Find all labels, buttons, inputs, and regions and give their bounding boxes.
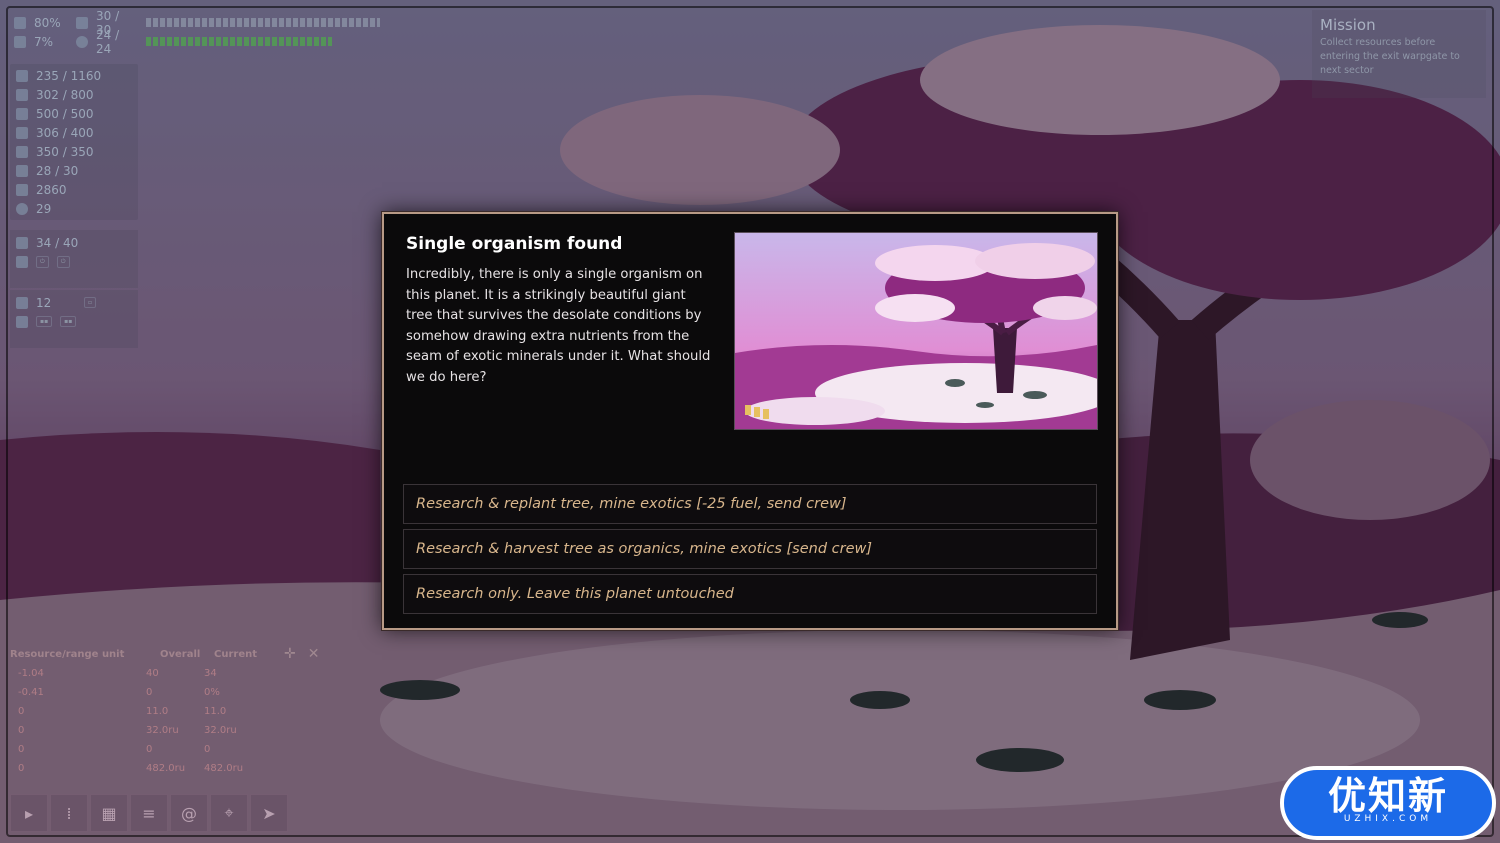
toolbar-button-1[interactable]: ▸ <box>10 794 48 832</box>
resource-range-panel: Resource/range unit Overall Current ✛ ✕ … <box>10 644 330 786</box>
sectors-icon <box>16 202 28 215</box>
resource-value: 306 / 400 <box>36 125 94 140</box>
range-value: -1.04 <box>18 668 44 679</box>
crew-panel: 12 ▫ ▪▪ ▪▪ <box>10 290 138 348</box>
overall-value: 0 <box>146 687 153 698</box>
bottom-toolbar: ▸ ⁞ ▦ ≡ @ ⌖ ➤ <box>10 794 288 832</box>
option-leave-button[interactable]: Research only. Leave this planet untouch… <box>403 574 1097 614</box>
current-header: Current <box>214 648 258 660</box>
current-value: 34 <box>204 668 217 679</box>
overall-value: 0 <box>146 744 153 755</box>
power-toggle-2[interactable]: ⏻ <box>56 255 70 268</box>
energy-value: 34 / 40 <box>36 235 79 250</box>
hull-bar <box>146 18 380 27</box>
close-icon[interactable]: ✕ <box>308 646 320 662</box>
option-replant-button[interactable]: Research & replant tree, mine exotics [-… <box>403 484 1097 524</box>
hull-icon <box>14 16 26 29</box>
power-toggle-1[interactable]: ⏻ <box>36 255 49 268</box>
move-icon[interactable]: ✛ <box>284 646 296 662</box>
crew-bar <box>146 37 332 46</box>
option-harvest-button[interactable]: Research & harvest tree as organics, min… <box>403 529 1097 569</box>
energy-icon <box>16 236 28 249</box>
current-value: 0% <box>204 687 220 698</box>
resource-panel: 235 / 1160 302 / 800 500 / 500 306 / 400… <box>10 64 138 220</box>
range-value: 0 <box>18 763 25 774</box>
crew-action-2[interactable]: ▪▪ <box>60 316 77 327</box>
range-value: 0 <box>18 706 25 717</box>
toolbar-button-4[interactable]: ≡ <box>130 794 168 832</box>
overall-value: 482.0ru <box>146 763 186 774</box>
resource-value: 29 <box>36 201 52 216</box>
credits-icon <box>16 183 28 196</box>
hull-percent: 80% <box>34 15 61 30</box>
resource-value: 350 / 350 <box>36 144 94 159</box>
mission-title: Mission <box>1320 16 1376 34</box>
range-value: 0 <box>18 725 25 736</box>
range-header: Resource/range unit <box>10 648 125 660</box>
power-icon <box>76 35 88 48</box>
metals-icon <box>16 107 28 120</box>
resource-value: 302 / 800 <box>36 87 94 102</box>
watermark-url: UZHIX.COM <box>1343 814 1433 824</box>
ship-status-bars: 80% 30 / 30 7% 24 / 24 <box>14 9 380 56</box>
toolbar-button-3[interactable]: ▦ <box>90 794 128 832</box>
mission-panel: Mission Collect resources before enterin… <box>1312 10 1486 98</box>
mission-text: Collect resources before entering the ex… <box>1320 37 1460 76</box>
current-value: 11.0 <box>204 706 227 717</box>
crew-icon <box>16 296 28 309</box>
dialog-title: Single organism found <box>406 234 623 254</box>
resource-value: 2860 <box>36 182 67 197</box>
crew-action-1[interactable]: ▪▪ <box>36 316 53 327</box>
toolbar-button-5[interactable]: @ <box>170 794 208 832</box>
toolbar-button-6[interactable]: ⌖ <box>210 794 248 832</box>
crew-ratio-icon <box>14 35 26 48</box>
dialog-body: Incredibly, there is only a single organ… <box>406 267 711 385</box>
event-dialog: Single organism found Incredibly, there … <box>382 212 1118 630</box>
resource-value: 235 / 1160 <box>36 68 102 83</box>
exotics-icon <box>16 145 28 158</box>
current-value: 32.0ru <box>204 725 237 736</box>
current-value: 0 <box>204 744 211 755</box>
energy-panel: 34 / 40 ⏻ ⏻ <box>10 230 138 288</box>
crew-count: 12 <box>36 295 52 310</box>
crew-down-icon <box>16 315 28 328</box>
organics-icon <box>16 88 28 101</box>
crew-percent: 7% <box>34 34 54 49</box>
resource-value: 28 / 30 <box>36 163 79 178</box>
module-icon <box>76 16 88 29</box>
overall-value: 32.0ru <box>146 725 179 736</box>
range-value: -0.41 <box>18 687 44 698</box>
resource-value: 500 / 500 <box>36 106 94 121</box>
event-illustration <box>734 232 1098 430</box>
fuel-icon <box>16 69 28 82</box>
range-value: 0 <box>18 744 25 755</box>
tree-illustration <box>735 233 1097 429</box>
toolbar-button-7[interactable]: ➤ <box>250 794 288 832</box>
overall-header: Overall <box>160 648 201 660</box>
toolbar-button-2[interactable]: ⁞ <box>50 794 88 832</box>
current-value: 482.0ru <box>204 763 244 774</box>
system-icon[interactable] <box>16 255 28 268</box>
overall-value: 11.0 <box>146 706 169 717</box>
overall-value: 40 <box>146 668 159 679</box>
minerals-icon <box>16 126 28 139</box>
crew-slots: 24 / 24 <box>96 27 120 56</box>
watermark-logo: 优知新 UZHIX.COM <box>1280 766 1496 840</box>
select-all-button[interactable]: ▫ <box>84 297 97 308</box>
probes-icon <box>16 164 28 177</box>
